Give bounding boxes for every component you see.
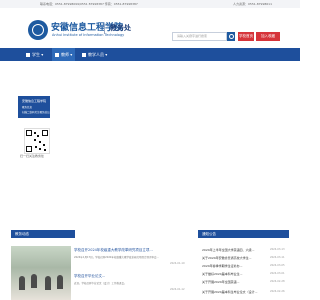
school-name-en: Anhui Institute of Information Technolog…: [52, 33, 125, 37]
nav-square-icon: [55, 53, 59, 57]
notice-date: 2024-03-01: [270, 272, 285, 275]
news-item-date: 2024-01-19: [170, 262, 185, 265]
nav-item-staff[interactable]: 教学人员 ▾: [82, 48, 107, 61]
department-name: 教务处: [110, 24, 131, 32]
notice-date: 2024-03-05: [270, 264, 285, 267]
notice-date: 2024-03-13: [270, 248, 285, 251]
notice-date: 2024-02-28: [270, 280, 285, 283]
news-item-summary: 2024年1月17日，学校召开2024年校级重大教学改革研究项目立项评审会...: [74, 256, 159, 259]
banner-line-3: 扫描二维码关注教务处公众号: [22, 111, 55, 114]
banner-line-2: 教务信息: [22, 106, 33, 109]
notice-item[interactable]: 关于做好2024届本科毕业生...: [202, 272, 243, 276]
qr-caption: 扫一扫关注教务处: [20, 154, 45, 158]
site-header: 安徽信息工程学院 Anhui Institute of Information …: [0, 8, 300, 46]
notice-item[interactable]: 2024年春季学期学生证补办...: [202, 264, 243, 268]
school-home-button[interactable]: 学校首页: [238, 32, 254, 41]
news-item-title[interactable]: 学校召开2024年校级重大教学改革研究项目立项...: [74, 248, 153, 253]
notice-date: 2024-03-11: [270, 256, 285, 259]
search-icon: [229, 34, 234, 39]
news-item-summary: 近日，学校召开毕业论文（设计）工作推进会。: [74, 282, 127, 285]
news-item-title[interactable]: 学校召开毕业论文...: [74, 274, 105, 279]
news-header[interactable]: 教务动态: [11, 230, 75, 238]
notice-date: 2024-02-26: [270, 290, 285, 293]
notice-item[interactable]: 关于开展2024届本科生毕业论文（设计...: [202, 290, 258, 294]
top-info-bar: 联系电话：0551-87998099/0551 87998387 传真：0551…: [0, 0, 300, 8]
school-logo-icon[interactable]: [28, 20, 48, 40]
sidebar-banner[interactable]: 安徽信息工程学院 教务信息 扫描二维码关注教务处公众号: [18, 96, 55, 118]
news-photo[interactable]: [11, 246, 71, 300]
qr-code: [24, 128, 50, 154]
hr-contact: 人力资源：0551-87998611: [233, 2, 272, 6]
search-input[interactable]: 请输入关键字进行搜索: [172, 32, 227, 41]
notice-header[interactable]: 通知公告: [198, 230, 289, 238]
header-divider: [104, 24, 105, 34]
contact-info: 联系电话：0551-87998099/0551 87998387 传真：0551…: [40, 2, 138, 6]
main-nav: 学生 ▾ 教师 ▾ 教学人员 ▾: [0, 48, 300, 61]
nav-item-teachers[interactable]: 教师 ▾: [52, 48, 76, 61]
nav-item-students[interactable]: 学生 ▾: [26, 48, 43, 61]
add-favorite-button[interactable]: 加入收藏: [256, 32, 280, 41]
notice-item[interactable]: 2024年上半年全国大学英语四、六级...: [202, 248, 255, 252]
nav-square-icon: [26, 53, 30, 57]
notice-item[interactable]: 关于开展2024年全国英语...: [202, 280, 240, 284]
notice-item[interactable]: 关于2024年安徽省普通高校大学生...: [202, 256, 252, 260]
nav-square-icon: [82, 53, 86, 57]
banner-title: 安徽信息工程学院: [22, 99, 47, 103]
news-item-date: 2024-01-12: [170, 288, 185, 291]
search-button[interactable]: [227, 32, 235, 41]
